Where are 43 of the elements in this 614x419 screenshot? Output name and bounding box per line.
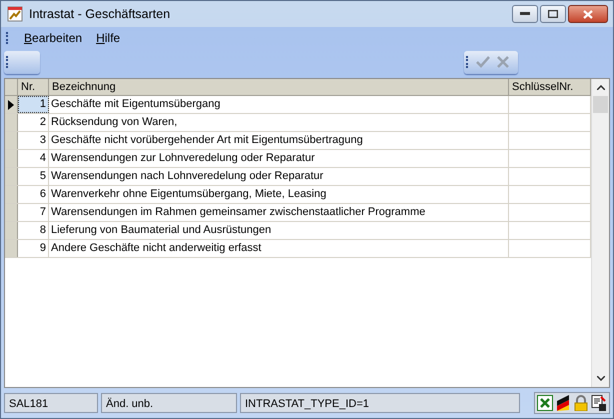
table-cell: 7 [18,204,49,221]
column-header[interactable]: Nr. [18,79,49,95]
table-cell: 5 [18,168,49,185]
table-cell: 2 [18,114,49,131]
maximize-button[interactable] [540,5,566,23]
table-cell: Rücksendung von Waren, [49,114,509,131]
status-field: INTRASTAT_TYPE_ID=1 [240,393,520,413]
document-save-icon[interactable] [591,395,607,411]
close-icon [583,10,593,18]
table-cell: 8 [18,222,49,239]
close-button[interactable] [568,5,608,23]
table-cell: 4 [18,150,49,167]
minimize-icon [520,12,530,16]
table-cell: 3 [18,132,49,149]
column-header[interactable]: Bezeichnung [49,79,509,95]
table-cell: 6 [18,186,49,203]
table-cell: 1 [18,96,49,113]
minimize-button[interactable] [512,5,538,23]
flag-icon[interactable] [555,395,571,411]
chart-icon [7,6,23,22]
grip-handle[interactable] [6,56,10,68]
maximize-icon [548,10,558,18]
scroll-thumb[interactable] [593,96,608,113]
table-cell: 9 [18,240,49,257]
row-indicator[interactable] [5,96,18,113]
table-cell: Andere Geschäfte nicht anderweitig erfasst [49,240,509,257]
table-cell: Geschäfte nicht vorübergehender Art mit Eigentumsübertragung [49,132,509,149]
table-cell: Geschäfte mit Eigentumsübergang [49,96,509,113]
vertical-scrollbar[interactable] [591,79,609,387]
status-field: Änd. unb. [101,393,237,413]
status-field: SAL181 [4,393,98,413]
menu-item[interactable]: Hilfe [96,31,120,45]
spreadsheet-icon[interactable] [537,395,553,411]
table-cell: Warenverkehr ohne Eigentumsübergang, Miete, Leasing [49,186,509,203]
grip-handle[interactable] [466,56,470,68]
menu-item[interactable]: Bearbeiten [24,31,82,45]
window-title: Intrastat - Geschäftsarten [29,7,172,21]
column-header[interactable]: SchlüsselNr. [509,79,591,95]
grip-handle[interactable] [6,32,10,44]
table-cell: Warensendungen zur Lohnveredelung oder Reparatur [49,150,509,167]
table-cell: Lieferung von Baumaterial und Ausrüstungen [49,222,509,239]
table-cell: Warensendungen im Rahmen gemeinsamer zwischenstaatlicher Programme [49,204,509,221]
table-cell: Warensendungen nach Lohnveredelung oder Reparatur [49,168,509,185]
